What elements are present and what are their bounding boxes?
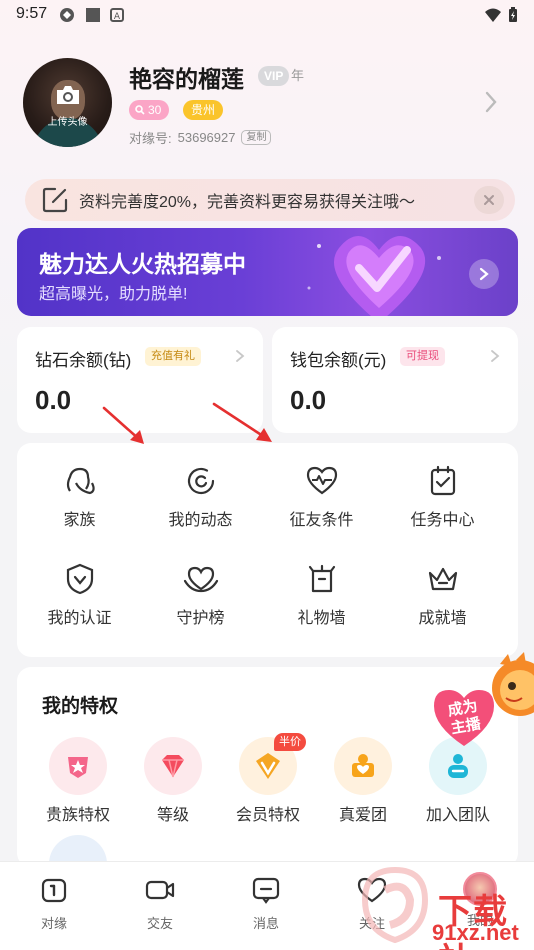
status-time: 9:57 bbox=[16, 5, 48, 22]
chevron-right-icon bbox=[236, 350, 245, 362]
annotation-arrow-right bbox=[212, 402, 272, 442]
watermark-logo bbox=[361, 866, 429, 944]
privilege-love-group[interactable]: 真爱团 bbox=[318, 737, 408, 825]
home-icon bbox=[41, 878, 67, 903]
gift-wall-icon bbox=[308, 564, 335, 593]
id-label: 对缘号: bbox=[129, 131, 172, 146]
avatar-upload-label: 上传头像 bbox=[47, 117, 88, 128]
copy-id-button[interactable]: 复制 bbox=[241, 130, 272, 145]
privilege-vip[interactable]: 半价 会员特权 bbox=[223, 733, 313, 825]
age-value: 30 bbox=[148, 103, 162, 117]
grid-item-achievement-wall[interactable]: 成就墙 bbox=[382, 561, 503, 628]
privilege-label-noble: 贵族特权 bbox=[45, 807, 110, 824]
grid-label-task-center: 任务中心 bbox=[410, 512, 475, 529]
privilege-label-love-group: 真爱团 bbox=[338, 807, 387, 824]
avatar-upload[interactable]: 上传头像 bbox=[23, 58, 112, 147]
chevron-right-icon bbox=[479, 267, 489, 281]
nav-label-home: 对缘 bbox=[40, 916, 67, 931]
love-group-icon bbox=[334, 737, 392, 795]
grid-label-guard-rank: 守护榜 bbox=[176, 610, 225, 627]
text-notification-icon: A bbox=[110, 8, 124, 22]
vip-badge[interactable]: VIP bbox=[258, 66, 290, 86]
diamond-balance-label: 钻石余额(钻) bbox=[35, 351, 132, 370]
edit-icon bbox=[42, 187, 68, 213]
battery-icon bbox=[509, 7, 517, 22]
guard-heart-icon bbox=[183, 566, 218, 593]
grid-label-verification: 我的认证 bbox=[47, 610, 112, 627]
wifi-icon bbox=[485, 8, 501, 22]
message-icon bbox=[252, 877, 280, 904]
completeness-text: 资料完善度20%，完善资料更容易获得关注哦～ bbox=[79, 194, 416, 211]
gender-icon bbox=[135, 105, 145, 115]
watermark-url: 91xz.net bbox=[432, 920, 519, 945]
nav-label-messages: 消息 bbox=[252, 916, 279, 931]
video-icon bbox=[145, 880, 175, 900]
id-value: 53696927 bbox=[177, 130, 236, 145]
banner-close-button[interactable] bbox=[474, 186, 504, 214]
promo-arrow-button[interactable] bbox=[469, 259, 499, 289]
nav-label-social: 交友 bbox=[146, 916, 173, 931]
privilege-label-vip: 会员特权 bbox=[235, 807, 300, 824]
annotation-arrow-left bbox=[102, 406, 144, 444]
moments-icon bbox=[187, 467, 214, 495]
recharge-gift-tag: 充值有礼 bbox=[145, 347, 201, 366]
wallet-balance-card[interactable]: 钱包余额(元) 可提现 0.0 bbox=[272, 327, 518, 433]
crown-icon bbox=[428, 567, 457, 591]
grid-item-guard-rank[interactable]: 守护榜 bbox=[140, 561, 261, 628]
username: 艳容的榴莲 bbox=[129, 66, 244, 92]
grid-item-task-center[interactable]: 任务中心 bbox=[382, 463, 503, 530]
privilege-level[interactable]: 等级 bbox=[128, 737, 218, 825]
chevron-right-icon bbox=[491, 350, 500, 362]
grid-item-gift-wall[interactable]: 礼物墙 bbox=[261, 561, 382, 628]
crystal-heart-icon bbox=[307, 236, 441, 316]
feature-grid: 家族 我的动态 征友条件 任务中心 我的认证 守护榜 礼物墙 成就墙 bbox=[17, 443, 518, 657]
nav-tab-messages[interactable]: 消息 bbox=[226, 876, 306, 932]
profile-chevron-right-icon[interactable] bbox=[484, 90, 498, 114]
svg-text:A: A bbox=[114, 12, 121, 22]
nav-tab-home[interactable]: 对缘 bbox=[14, 876, 94, 932]
privilege-noble[interactable]: 贵族特权 bbox=[33, 737, 123, 825]
grid-label-moments: 我的动态 bbox=[168, 512, 233, 529]
charm-recruit-banner[interactable]: 魅力达人火热招募中 超高曝光，助力脱单! bbox=[17, 228, 518, 316]
promo-subtitle: 超高曝光，助力脱单! bbox=[39, 286, 188, 303]
grid-label-family: 家族 bbox=[63, 512, 96, 529]
app-notification-icon bbox=[60, 8, 74, 22]
square-notification-icon bbox=[86, 8, 100, 22]
grid-item-verification[interactable]: 我的认证 bbox=[19, 561, 140, 628]
withdrawable-tag: 可提现 bbox=[400, 347, 445, 366]
privileges-title: 我的特权 bbox=[42, 696, 119, 717]
task-icon bbox=[430, 465, 455, 496]
grid-label-achievement-wall: 成就墙 bbox=[418, 610, 467, 627]
level-gem-icon bbox=[144, 737, 202, 795]
half-price-badge: 半价 bbox=[274, 733, 306, 751]
mascot-icon bbox=[492, 652, 534, 716]
promo-title: 魅力达人火热招募中 bbox=[39, 251, 246, 277]
grid-item-dating-criteria[interactable]: 征友条件 bbox=[261, 463, 382, 530]
wallet-balance-label: 钱包余额(元) bbox=[290, 351, 387, 370]
camera-icon bbox=[57, 86, 79, 104]
shield-check-icon bbox=[66, 563, 93, 595]
user-id-row: 对缘号: 53696927 复制 bbox=[129, 128, 272, 147]
family-icon bbox=[66, 467, 95, 495]
grid-item-moments[interactable]: 我的动态 bbox=[140, 463, 261, 530]
close-icon bbox=[484, 195, 494, 205]
vip-year-tag: 年 bbox=[291, 68, 305, 83]
location-badge: 贵州 bbox=[183, 100, 224, 120]
profile-completeness-banner[interactable]: 资料完善度20%，完善资料更容易获得关注哦～ bbox=[25, 179, 515, 221]
grid-label-gift-wall: 礼物墙 bbox=[297, 610, 346, 627]
privilege-label-level: 等级 bbox=[156, 807, 189, 824]
privilege-label-join-team: 加入团队 bbox=[425, 807, 490, 824]
status-bar: 9:57 A bbox=[0, 0, 534, 30]
grid-label-dating-criteria: 征友条件 bbox=[289, 512, 354, 529]
age-badge: 30 bbox=[129, 100, 170, 120]
noble-icon bbox=[49, 737, 107, 795]
grid-item-family[interactable]: 家族 bbox=[19, 463, 140, 530]
heart-pulse-icon bbox=[306, 466, 337, 495]
wallet-balance-value: 0.0 bbox=[290, 385, 327, 415]
diamond-balance-value: 0.0 bbox=[35, 385, 72, 415]
nav-tab-social[interactable]: 交友 bbox=[120, 876, 200, 932]
